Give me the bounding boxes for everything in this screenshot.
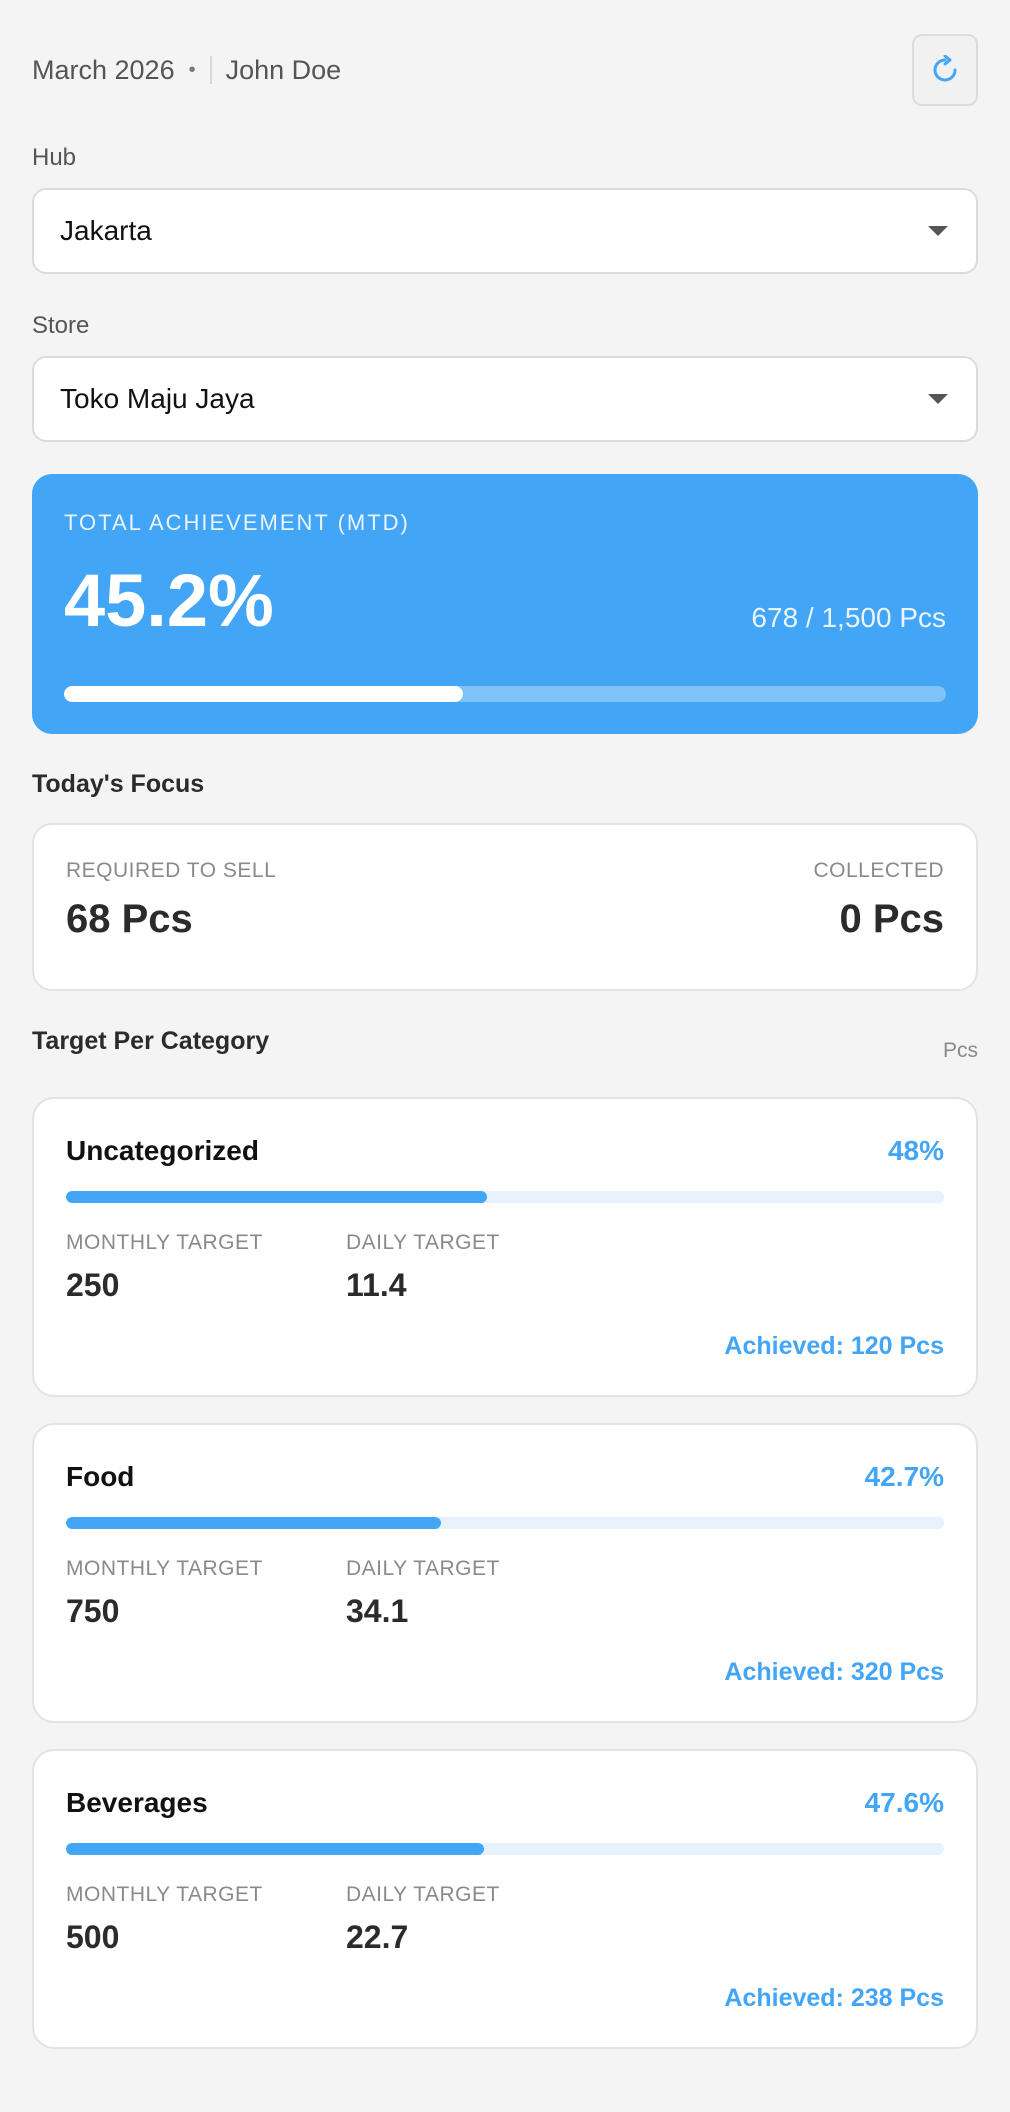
chevron-down-icon: [928, 226, 948, 236]
daily-target-value: 22.7: [346, 1919, 409, 1955]
category-achieved: Achieved: 238 Pcs: [724, 1984, 944, 2012]
category-stats: MONTHLY TARGET 750 DAILY TARGET 34.1: [66, 1557, 944, 1630]
category-achieved: Achieved: 320 Pcs: [724, 1658, 944, 1686]
achievement-count: 678 / 1,500 Pcs: [751, 602, 946, 633]
refresh-icon: [933, 55, 957, 82]
monthly-target: MONTHLY TARGET 500: [66, 1883, 346, 1956]
category-card-header: Beverages 47.6%: [66, 1787, 944, 1819]
store-select-value: Toko Maju Jaya: [60, 383, 255, 414]
category-card: Uncategorized 48% MONTHLY TARGET 250 DAI…: [32, 1097, 978, 1397]
category-percent: 42.7%: [864, 1461, 944, 1492]
category-progress-track: [66, 1191, 944, 1203]
monthly-target: MONTHLY TARGET 750: [66, 1557, 346, 1630]
hub-label: Hub: [32, 144, 77, 171]
separator-bar: [209, 56, 212, 84]
collected-block: COLLECTED 0 Pcs: [813, 859, 944, 989]
achievement-title: TOTAL ACHIEVEMENT (MTD): [64, 510, 410, 535]
monthly-target-value: 500: [66, 1919, 120, 1955]
monthly-target-label: MONTHLY TARGET: [66, 1231, 263, 1254]
daily-target: DAILY TARGET 22.7: [346, 1883, 626, 1956]
achievement-progress-fill: [64, 686, 463, 702]
daily-target-label: DAILY TARGET: [346, 1883, 500, 1906]
category-stats: MONTHLY TARGET 500 DAILY TARGET 22.7: [66, 1883, 944, 1956]
separator-dot: •: [188, 58, 196, 81]
required-block: REQUIRED TO SELL 68 Pcs: [66, 859, 276, 989]
store-select[interactable]: Toko Maju Jaya: [32, 356, 978, 442]
hub-select-value: Jakarta: [60, 215, 152, 246]
category-achieved: Achieved: 120 Pcs: [724, 1332, 944, 1360]
category-card: Food 42.7% MONTHLY TARGET 750 DAILY TARG…: [32, 1423, 978, 1723]
category-progress-fill: [66, 1517, 441, 1529]
category-name: Food: [66, 1461, 135, 1492]
todays-focus-title: Today's Focus: [32, 770, 205, 798]
category-name: Uncategorized: [66, 1135, 259, 1166]
category-section-title: Target Per Category: [32, 1027, 270, 1055]
category-name: Beverages: [66, 1787, 208, 1818]
category-progress-track: [66, 1517, 944, 1529]
required-value: 68 Pcs: [66, 897, 193, 941]
daily-target-value: 11.4: [346, 1267, 407, 1303]
category-card-header: Uncategorized 48%: [66, 1135, 944, 1167]
hub-select[interactable]: Jakarta: [32, 188, 978, 274]
store-label: Store: [32, 312, 90, 339]
monthly-target-label: MONTHLY TARGET: [66, 1883, 263, 1906]
dashboard-page: March 2026 • John Doe Hub Jakarta Store …: [0, 0, 1010, 2049]
user-name: John Doe: [225, 54, 342, 85]
achievement-row: 45.2% 678 / 1,500 Pcs: [64, 564, 946, 638]
category-progress-fill: [66, 1191, 488, 1203]
category-section-header: Target Per Category Pcs: [32, 1027, 978, 1063]
required-label: REQUIRED TO SELL: [66, 859, 277, 882]
monthly-target-label: MONTHLY TARGET: [66, 1557, 263, 1580]
category-card: Beverages 47.6% MONTHLY TARGET 500 DAILY…: [32, 1749, 978, 2049]
daily-target: DAILY TARGET 11.4: [346, 1231, 626, 1304]
category-stats: MONTHLY TARGET 250 DAILY TARGET 11.4: [66, 1231, 944, 1304]
monthly-target-value: 250: [66, 1267, 120, 1303]
monthly-target-value: 750: [66, 1593, 120, 1629]
chevron-down-icon: [928, 394, 948, 404]
period-label: March 2026: [32, 54, 175, 85]
unit-label: Pcs: [942, 1039, 978, 1062]
daily-target-label: DAILY TARGET: [346, 1557, 500, 1580]
category-progress-track: [66, 1843, 944, 1855]
header-meta: March 2026 • John Doe: [32, 55, 341, 86]
header: March 2026 • John Doe: [32, 0, 978, 140]
category-percent: 47.6%: [864, 1787, 944, 1818]
category-progress-fill: [66, 1843, 484, 1855]
category-card-header: Food 42.7%: [66, 1461, 944, 1493]
achievement-progress-track: [64, 686, 946, 702]
refresh-button[interactable]: [912, 34, 978, 106]
achievement-percent: 45.2%: [64, 559, 274, 642]
category-percent: 48%: [887, 1135, 944, 1166]
todays-focus-card: REQUIRED TO SELL 68 Pcs COLLECTED 0 Pcs: [32, 823, 978, 991]
daily-target-value: 34.1: [346, 1593, 409, 1629]
daily-target: DAILY TARGET 34.1: [346, 1557, 626, 1630]
collected-label: COLLECTED: [813, 859, 944, 882]
total-achievement-card: TOTAL ACHIEVEMENT (MTD) 45.2% 678 / 1,50…: [32, 474, 978, 734]
daily-target-label: DAILY TARGET: [346, 1231, 500, 1254]
category-list: Uncategorized 48% MONTHLY TARGET 250 DAI…: [32, 1097, 978, 2049]
monthly-target: MONTHLY TARGET 250: [66, 1231, 346, 1304]
collected-value: 0 Pcs: [839, 897, 944, 941]
